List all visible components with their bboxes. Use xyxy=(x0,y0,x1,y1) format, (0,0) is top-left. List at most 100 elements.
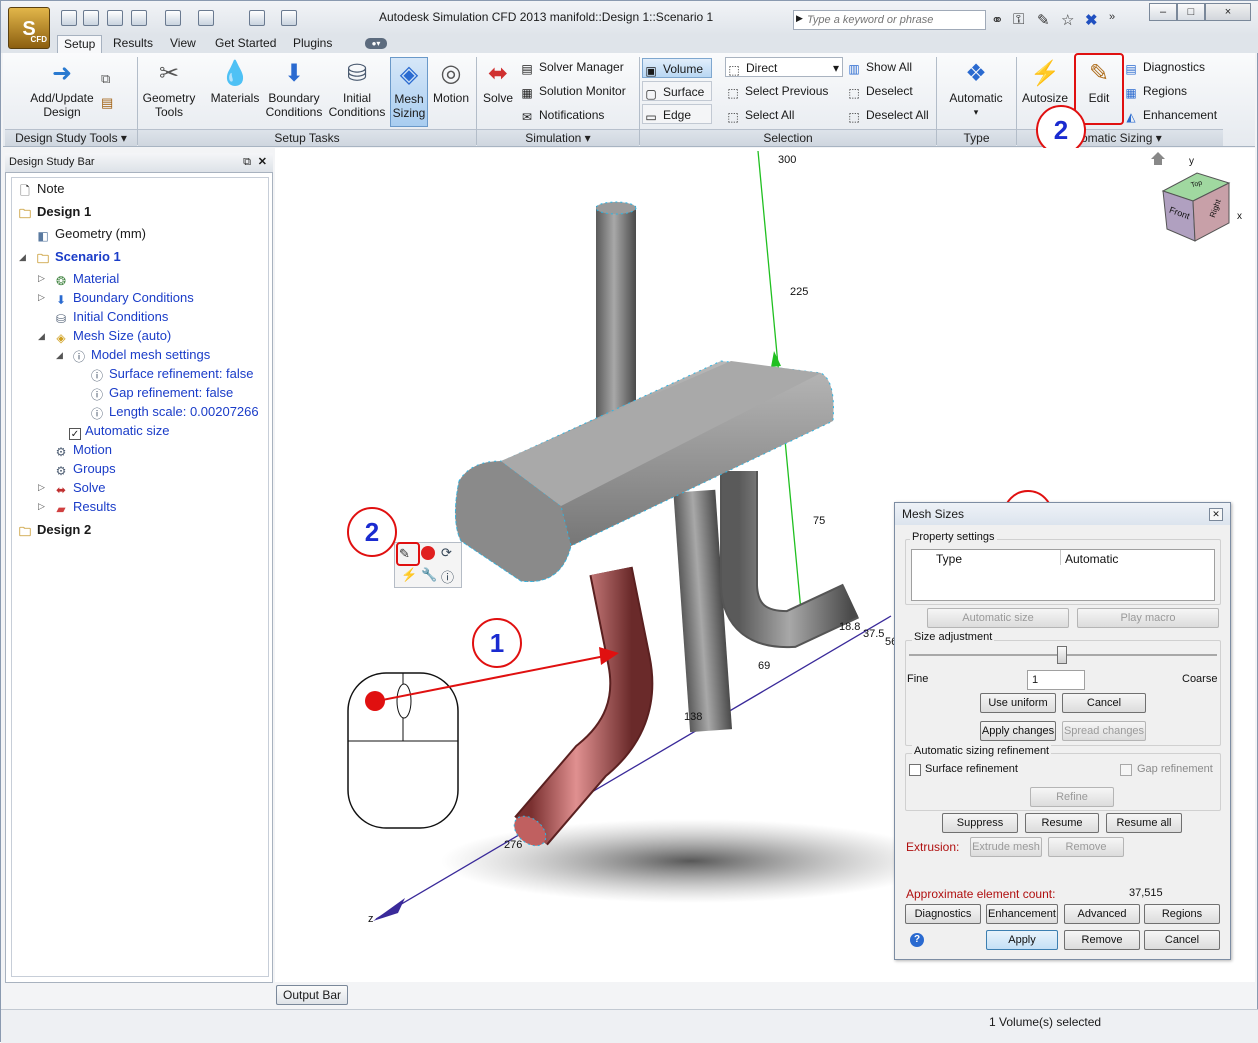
close-icon[interactable]: ✕ xyxy=(258,153,267,172)
tree-expand-icon[interactable]: ▷ xyxy=(38,273,45,284)
tree-item-scenario1[interactable]: 🗀 Scenario 1 xyxy=(35,248,121,267)
close-icon[interactable]: ✕ xyxy=(1209,508,1223,521)
automatic-type-button[interactable]: ❖ Automatic ▾ xyxy=(941,57,1011,127)
tree-item-results[interactable]: ▰ Results xyxy=(53,498,116,517)
selection-mode-select[interactable]: ⬚ Direct ▾ xyxy=(725,57,843,77)
tree-item-geometry[interactable]: ◧ Geometry (mm) xyxy=(35,225,146,244)
select-all-button[interactable]: ⬚ Select All xyxy=(725,105,794,125)
search-expand-icon[interactable]: ▶ xyxy=(796,13,803,24)
resume-button[interactable]: Resume xyxy=(1025,813,1099,833)
layout-icon[interactable] xyxy=(249,10,265,26)
close-button[interactable]: × xyxy=(1205,3,1251,21)
output-bar-button[interactable]: Output Bar xyxy=(276,985,348,1005)
solve-button[interactable]: ⬌ Solve xyxy=(479,57,517,127)
enhancement-button[interactable]: Enhancement xyxy=(986,904,1058,924)
tree-item-surface-refinement[interactable]: ⓘ Surface refinement: false xyxy=(89,365,254,384)
tree-item-gap-refinement[interactable]: ⓘ Gap refinement: false xyxy=(89,384,233,403)
design-study-tools-label[interactable]: Design Study Tools ▾ xyxy=(5,129,137,146)
tree-item-length-scale[interactable]: ⓘ Length scale: 0.00207266 xyxy=(89,403,259,422)
tree-item-material[interactable]: ❂ Material xyxy=(53,270,119,289)
spread-changes-button[interactable]: Spread changes xyxy=(1062,721,1146,741)
tree-expand-icon[interactable]: ▷ xyxy=(38,501,45,512)
regions-button[interactable]: ▦ Regions xyxy=(1123,81,1187,101)
key-icon[interactable]: ⚿ xyxy=(1013,11,1024,28)
simulation-label[interactable]: Simulation ▾ xyxy=(477,129,639,146)
tree-expand-icon[interactable]: ▷ xyxy=(38,292,45,303)
maximize-button[interactable]: □ xyxy=(1177,3,1205,21)
tab-plugins[interactable]: Plugins xyxy=(287,35,338,53)
home-icon[interactable] xyxy=(1151,152,1165,159)
lightning-context-icon[interactable]: ⚡ xyxy=(401,567,417,583)
motion-button[interactable]: ◎ Motion xyxy=(429,57,473,127)
selected-pipe[interactable] xyxy=(515,567,652,845)
initial-conditions-button[interactable]: ⛁ Initial Conditions xyxy=(327,57,387,127)
add-update-design-button[interactable]: ➜ Add/Update Design xyxy=(23,57,101,127)
regions-button[interactable]: Regions xyxy=(1144,904,1220,924)
new-icon[interactable] xyxy=(61,10,77,26)
size-value-input[interactable]: 1 xyxy=(1027,670,1085,690)
tree-collapse-icon[interactable]: ◢ xyxy=(19,252,26,263)
surface-refinement-checkbox[interactable] xyxy=(909,764,921,776)
cancel-button[interactable]: Cancel xyxy=(1144,930,1220,950)
tree-collapse-icon[interactable]: ◢ xyxy=(56,350,63,361)
cancel-size-button[interactable]: Cancel xyxy=(1062,693,1146,713)
ribbon-toggle-icon[interactable]: ●▾ xyxy=(365,38,387,49)
tab-setup[interactable]: Setup xyxy=(57,35,103,53)
tree-item-note[interactable]: 🗋 Note xyxy=(17,180,64,199)
top-pipe[interactable] xyxy=(596,206,636,436)
minimize-button[interactable]: – xyxy=(1149,3,1177,21)
wrench-context-icon[interactable]: 🔧 xyxy=(421,567,437,583)
tree-item-boundary-conditions[interactable]: ⬇ Boundary Conditions xyxy=(53,289,194,308)
tree-item-design2[interactable]: 🗀 Design 2 xyxy=(17,521,91,540)
tree-item-mesh-size[interactable]: ◈ Mesh Size (auto) xyxy=(53,327,171,346)
solution-monitor-button[interactable]: ▦ Solution Monitor xyxy=(519,81,625,101)
deselect-button[interactable]: ⬚ Deselect xyxy=(846,81,912,101)
notifications-button[interactable]: ✉ Notifications xyxy=(519,105,604,125)
help-icon[interactable]: ? xyxy=(910,933,924,947)
use-uniform-button[interactable]: Use uniform xyxy=(980,693,1056,713)
volume-button[interactable]: ▣ Volume xyxy=(642,58,712,78)
float-icon[interactable]: ⧉ xyxy=(243,153,251,172)
design-settings-icon[interactable]: ▤ xyxy=(101,95,113,111)
save-icon[interactable] xyxy=(107,10,123,26)
info-context-icon[interactable]: ⓘ xyxy=(441,567,454,586)
refine-button[interactable]: Refine xyxy=(1030,787,1114,807)
redo-icon[interactable] xyxy=(198,10,214,26)
tree-item-model-mesh-settings[interactable]: ⓘ Model mesh settings xyxy=(71,346,210,365)
tree-item-solve[interactable]: ⬌ Solve xyxy=(53,479,106,498)
diagnostics-button[interactable]: ▤ Diagnostics xyxy=(1123,57,1205,77)
materials-button[interactable]: 💧 Materials xyxy=(207,57,263,127)
remove-button[interactable]: Remove xyxy=(1064,930,1140,950)
gap-refinement-checkbox[interactable] xyxy=(1120,764,1132,776)
tab-results[interactable]: Results xyxy=(107,35,159,53)
resume-all-button[interactable]: Resume all xyxy=(1106,813,1182,833)
solver-manager-button[interactable]: ▤ Solver Manager xyxy=(519,57,623,77)
checkbox-checked-icon[interactable]: ✓ xyxy=(69,428,81,440)
tree-item-groups[interactable]: ⚙ Groups xyxy=(53,460,116,479)
tree-item-design1[interactable]: 🗀 Design 1 xyxy=(17,203,91,222)
tree-item-motion[interactable]: ⚙ Motion xyxy=(53,441,112,460)
show-all-button[interactable]: ▥ Show All xyxy=(846,57,912,77)
tree-collapse-icon[interactable]: ◢ xyxy=(38,331,45,342)
enhancement-button[interactable]: ◭ Enhancement xyxy=(1123,105,1217,125)
deselect-all-button[interactable]: ⬚ Deselect All xyxy=(846,105,928,125)
automatic-size-button[interactable]: Automatic size xyxy=(927,608,1069,628)
tab-get-started[interactable]: Get Started xyxy=(209,35,282,53)
exchange-icon[interactable]: ✖ xyxy=(1085,11,1098,29)
size-slider-thumb[interactable] xyxy=(1057,646,1067,664)
mesh-sizing-button[interactable]: ◈ Mesh Sizing xyxy=(390,57,428,127)
undo-icon[interactable] xyxy=(165,10,181,26)
tree-expand-icon[interactable]: ▷ xyxy=(38,482,45,493)
edge-button[interactable]: ▭ Edge xyxy=(642,104,712,124)
select-previous-button[interactable]: ⬚ Select Previous xyxy=(725,81,828,101)
binoculars-icon[interactable]: ⚭ xyxy=(991,11,1004,29)
geometry-tools-button[interactable]: ✂ Geometry Tools xyxy=(139,57,199,127)
remove-extrusion-button[interactable]: Remove xyxy=(1048,837,1124,857)
surface-button[interactable]: ▢ Surface xyxy=(642,81,712,101)
remove-context-icon[interactable] xyxy=(421,546,435,560)
play-macro-button[interactable]: Play macro xyxy=(1077,608,1219,628)
extrude-mesh-button[interactable]: Extrude mesh xyxy=(970,837,1042,857)
tree-item-automatic-size[interactable]: ✓ Automatic size xyxy=(69,422,170,440)
copy-design-icon[interactable]: ⧉ xyxy=(101,71,110,87)
wrench-icon[interactable]: ✎ xyxy=(1037,11,1050,29)
